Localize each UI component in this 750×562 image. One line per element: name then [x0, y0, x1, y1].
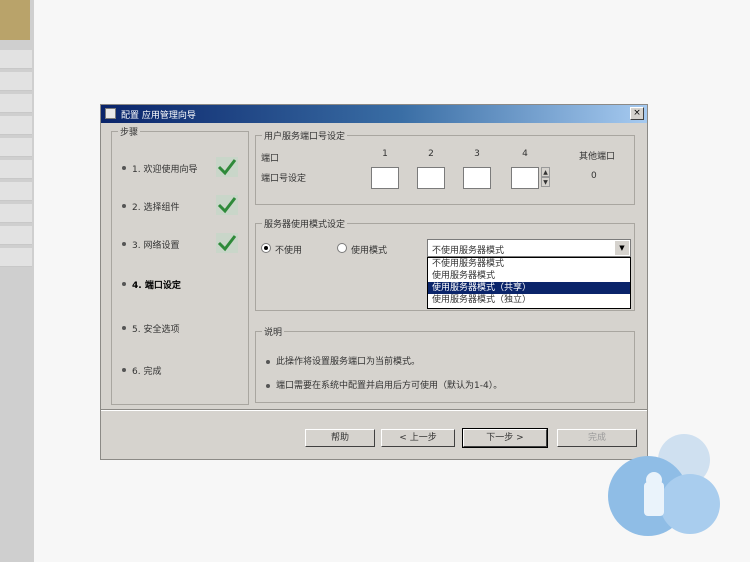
- step-item: 2. 选择组件: [120, 195, 244, 222]
- port-field-3[interactable]: [463, 167, 491, 189]
- note-line: 端口需要在系统中配置并启用后方可使用（默认为1-4）。: [266, 378, 502, 391]
- background-row: [0, 226, 32, 245]
- port-column-header: 2: [428, 149, 434, 159]
- background-row: [0, 72, 32, 91]
- background-left-panel: [0, 0, 34, 562]
- port-column-header: 3: [474, 149, 480, 159]
- dropdown-option[interactable]: 使用服务器模式: [428, 270, 630, 282]
- checkmark-icon: [216, 233, 238, 253]
- radio-option-a-label: 不使用: [275, 246, 303, 256]
- radio-option-a[interactable]: [261, 243, 271, 253]
- watermark-logo-icon: [608, 434, 720, 536]
- step-label: 1. 欢迎使用向导: [132, 165, 198, 175]
- port-section: 用户服务端口号设定: [255, 129, 635, 205]
- bullet-icon: [122, 242, 126, 246]
- dropdown-option-selected[interactable]: 使用服务器模式（共享）: [428, 282, 630, 294]
- mode-select-value: 不使用服务器模式: [432, 246, 505, 256]
- note-line: 此操作将设置服务端口为当前模式。: [266, 354, 420, 367]
- background-row: [0, 50, 32, 69]
- other-port-header: 其他端口: [579, 152, 616, 162]
- checkmark-icon: [216, 157, 238, 177]
- port-column-header: 4: [522, 149, 528, 159]
- bullet-icon: [266, 359, 270, 364]
- bullet-icon: [122, 282, 126, 286]
- port-row-label: 端口: [261, 154, 280, 164]
- background-row: [0, 204, 32, 223]
- background-row: [0, 116, 32, 135]
- app-icon: [105, 108, 116, 119]
- other-port-value: 0: [591, 171, 597, 181]
- background-row: [0, 182, 32, 201]
- bullet-icon: [122, 204, 126, 208]
- port-field-1[interactable]: [371, 167, 399, 189]
- next-button[interactable]: 下一步 >: [462, 428, 548, 448]
- close-icon: ×: [633, 108, 641, 118]
- notes-section-title: 说明: [262, 325, 285, 338]
- bullet-icon: [122, 368, 126, 372]
- background-row: [0, 138, 32, 157]
- mode-section-title: 服务器使用模式设定: [262, 217, 348, 230]
- step-item: 3. 网络设置: [120, 233, 244, 260]
- checkmark-icon: [216, 195, 238, 215]
- background-row: [0, 248, 32, 267]
- step-label: 5. 安全选项: [132, 325, 180, 335]
- background-toolbar-block: [0, 0, 30, 40]
- step-label: 3. 网络设置: [132, 241, 180, 251]
- step-item: 5. 安全选项: [120, 322, 244, 344]
- wizard-dialog: 配置 应用管理向导 × 步骤 1. 欢迎使用向导 2. 选择组件 3. 网络设置…: [100, 104, 648, 460]
- mode-dropdown-list: 不使用服务器模式 使用服务器模式 使用服务器模式（共享） 使用服务器模式（独立）: [427, 257, 631, 309]
- step-label: 2. 选择组件: [132, 203, 180, 213]
- step-label: 6. 完成: [132, 367, 162, 377]
- port-column-header: 1: [382, 149, 388, 159]
- steps-group-label: 步骤: [118, 125, 141, 138]
- port-section-title: 用户服务端口号设定: [262, 129, 348, 142]
- spin-down-icon[interactable]: ▼: [541, 177, 550, 187]
- radio-option-b-label: 使用模式: [351, 246, 388, 256]
- port-number-label: 端口号设定: [261, 174, 307, 184]
- help-button[interactable]: 帮助: [305, 429, 375, 447]
- mode-select[interactable]: 不使用服务器模式 ▼: [427, 239, 631, 257]
- background-row: [0, 94, 32, 113]
- chevron-down-icon[interactable]: ▼: [615, 241, 629, 255]
- step-label: 4. 端口设定: [132, 281, 181, 291]
- close-button[interactable]: ×: [630, 107, 644, 120]
- step-item: 6. 完成: [120, 364, 244, 386]
- note-text: 端口需要在系统中配置并启用后方可使用（默认为1-4）。: [276, 381, 503, 391]
- background-row: [0, 160, 32, 179]
- dialog-title: 配置 应用管理向导: [121, 111, 196, 121]
- port-spinner[interactable]: ▲ ▼: [541, 167, 550, 189]
- button-divider: [101, 409, 647, 411]
- step-item: 1. 欢迎使用向导: [120, 157, 244, 184]
- bullet-icon: [122, 166, 126, 170]
- dropdown-option[interactable]: 使用服务器模式（独立）: [428, 294, 630, 306]
- radio-option-b[interactable]: [337, 243, 347, 253]
- bullet-icon: [122, 326, 126, 330]
- steps-panel: 步骤 1. 欢迎使用向导 2. 选择组件 3. 网络设置 4. 端口设定 5. …: [111, 125, 249, 405]
- step-item-current: 4. 端口设定: [120, 278, 244, 300]
- note-text: 此操作将设置服务端口为当前模式。: [276, 357, 421, 367]
- port-field-2[interactable]: [417, 167, 445, 189]
- dropdown-option[interactable]: 不使用服务器模式: [428, 258, 630, 270]
- port-field-4[interactable]: [511, 167, 539, 189]
- notes-section: 说明 此操作将设置服务端口为当前模式。 端口需要在系统中配置并启用后方可使用（默…: [255, 325, 635, 403]
- spin-up-icon[interactable]: ▲: [541, 167, 550, 177]
- dialog-titlebar[interactable]: 配置 应用管理向导 ×: [101, 105, 647, 123]
- back-button[interactable]: < 上一步: [381, 429, 455, 447]
- bullet-icon: [266, 383, 270, 388]
